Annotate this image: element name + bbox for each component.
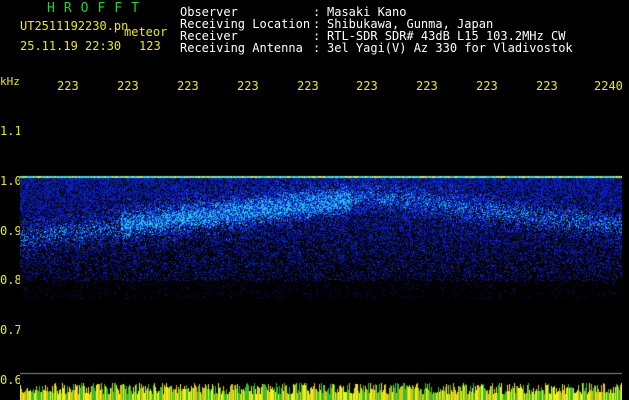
x-tick-label: 223 (476, 79, 498, 93)
y-tick-label: 0.8 (0, 273, 22, 287)
event-count: 123 (139, 39, 161, 53)
x-tick-label: 223 (177, 79, 199, 93)
mode-label: meteor (124, 25, 168, 39)
y-tick-label: 1.1 (0, 124, 22, 138)
filename: UT2511192230.pn (20, 19, 129, 33)
y-axis-unit-label: kHz (0, 75, 20, 88)
app-title: HROFFT (47, 1, 148, 16)
x-tick-label: 223 (416, 79, 438, 93)
x-tick-label: 223 (297, 79, 319, 93)
y-tick-label: 0.7 (0, 323, 22, 337)
signal-level-bars (20, 382, 622, 400)
x-tick-label: 223 (117, 79, 139, 93)
x-tick-label: 2240 (594, 79, 623, 93)
datetime: 25.11.19 22:30 (20, 39, 122, 53)
y-tick-label: 1.0 (0, 174, 22, 188)
x-tick-label: 223 (356, 79, 378, 93)
x-tick-label: 223 (536, 79, 558, 93)
spectrogram-waterfall (20, 95, 622, 385)
y-tick-label: 0.6 (0, 373, 22, 387)
x-tick-label: 223 (237, 79, 259, 93)
info-colon: : (313, 41, 321, 55)
info-value-antenna: 3el Yagi(V) Az 330 for Vladivostok (327, 41, 573, 55)
y-tick-label: 0.9 (0, 224, 22, 238)
info-label-antenna: Receiving Antenna (180, 41, 303, 55)
x-tick-label: 223 (57, 79, 79, 93)
